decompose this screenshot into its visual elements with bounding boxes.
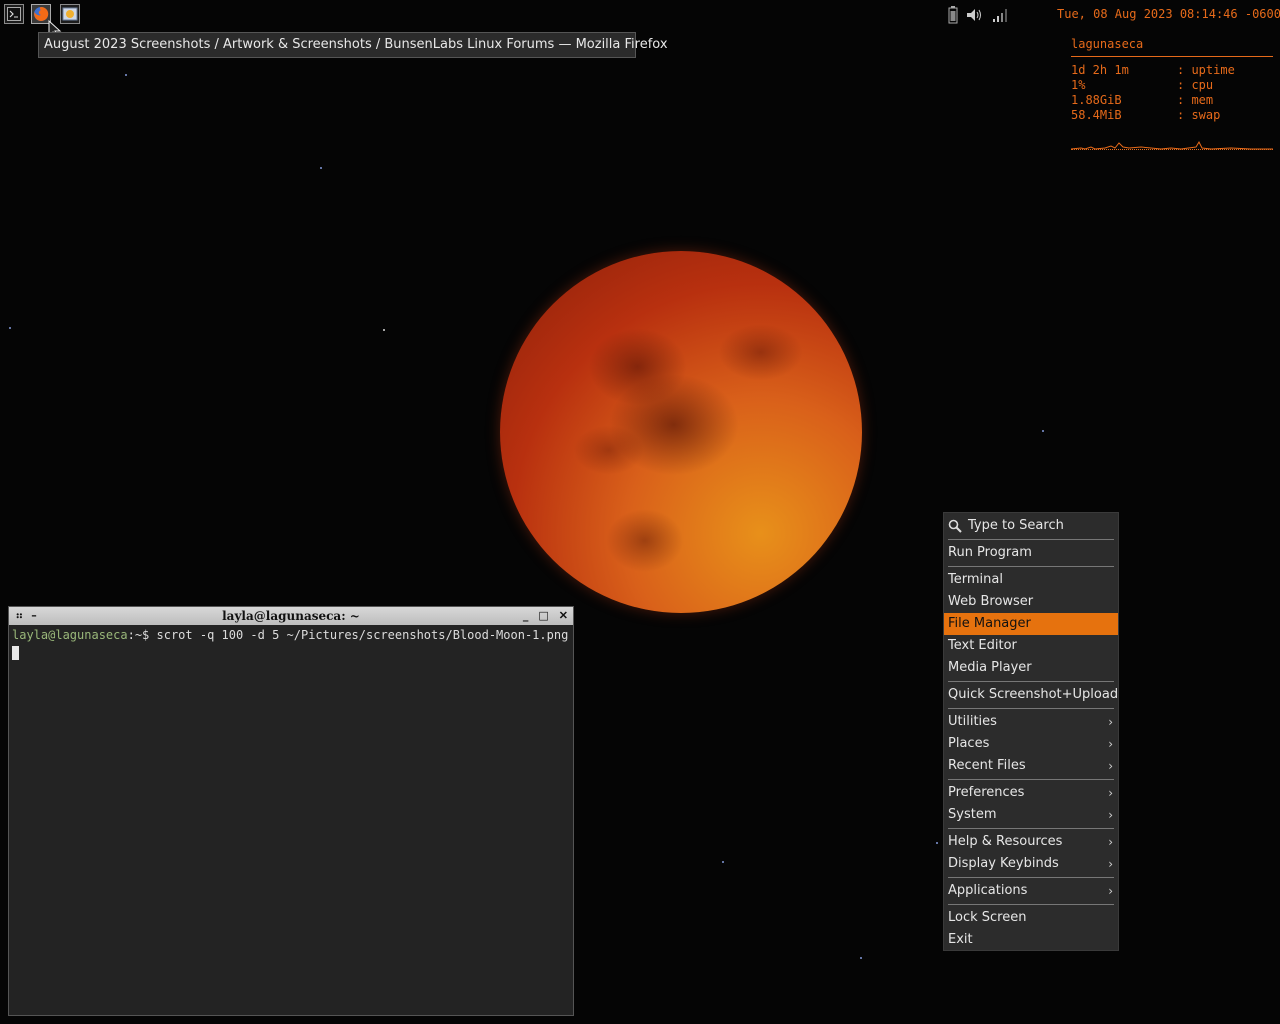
maximize-icon[interactable]: □ xyxy=(538,607,548,625)
star xyxy=(125,74,127,76)
search-icon xyxy=(948,519,962,533)
file-manager-launcher-button[interactable] xyxy=(60,4,80,24)
terminal-icon xyxy=(7,7,21,21)
star xyxy=(722,861,724,863)
menu-item-web-browser[interactable]: Web Browser xyxy=(944,591,1118,613)
menu-item-label: Display Keybinds xyxy=(948,856,1059,871)
menu-item-utilities[interactable]: Utilities › xyxy=(944,711,1118,733)
star xyxy=(860,957,862,959)
menu-item-media-player[interactable]: Media Player xyxy=(944,657,1118,679)
submenu-arrow-icon: › xyxy=(1108,884,1113,898)
root-menu: Type to Search Run Program Terminal Web … xyxy=(943,512,1119,951)
file-manager-icon xyxy=(62,7,78,21)
menu-item-preferences[interactable]: Preferences › xyxy=(944,782,1118,804)
menu-item-help-resources[interactable]: Help & Resources › xyxy=(944,831,1118,853)
menu-separator xyxy=(948,681,1114,682)
menu-separator xyxy=(948,828,1114,829)
menu-item-system[interactable]: System › xyxy=(944,804,1118,826)
star xyxy=(1042,430,1044,432)
menu-separator xyxy=(948,539,1114,540)
menu-item-display-keybinds[interactable]: Display Keybinds › xyxy=(944,853,1118,875)
menu-separator xyxy=(948,779,1114,780)
menu-item-text-editor[interactable]: Text Editor xyxy=(944,635,1118,657)
conky-label: : uptime xyxy=(1177,63,1235,77)
menu-item-run-program[interactable]: Run Program xyxy=(944,542,1118,564)
conky-hostname: lagunaseca xyxy=(1071,37,1144,51)
submenu-arrow-icon: › xyxy=(1108,715,1113,729)
minimize-icon[interactable]: _ xyxy=(523,607,529,625)
submenu-arrow-icon: › xyxy=(1108,786,1113,800)
conky-value: 1.88GiB xyxy=(1071,93,1122,107)
terminal-titlebar[interactable]: ⠶ – layla@lagunaseca: ~ _ □ ✕ xyxy=(9,607,573,625)
prompt-user: layla@lagunaseca xyxy=(12,628,128,642)
menu-item-exit[interactable]: Exit xyxy=(944,929,1118,951)
window-tooltip: August 2023 Screenshots / Artwork & Scre… xyxy=(38,32,668,58)
menu-item-lock-screen[interactable]: Lock Screen xyxy=(944,907,1118,929)
conky-divider xyxy=(1071,56,1273,57)
star xyxy=(936,842,938,844)
conky-label: : swap xyxy=(1177,108,1221,122)
menu-separator xyxy=(948,708,1114,709)
conky-label: : cpu xyxy=(1177,78,1214,92)
prompt-command: :~$ scrot -q 100 -d 5 ~/Pictures/screens… xyxy=(127,628,569,642)
menu-item-quick-screenshot[interactable]: Quick Screenshot+Upload xyxy=(944,684,1118,706)
terminal-window[interactable]: ⠶ – layla@lagunaseca: ~ _ □ ✕ layla@lagu… xyxy=(8,606,574,1016)
conky-row: 58.4MiB : swap xyxy=(1071,108,1273,123)
terminal-title: layla@lagunaseca: ~ xyxy=(222,609,360,623)
menu-item-label: Places xyxy=(948,736,990,751)
submenu-arrow-icon: › xyxy=(1108,808,1113,822)
star xyxy=(9,327,11,329)
blood-moon-wallpaper xyxy=(500,251,862,613)
menu-item-label: Utilities xyxy=(948,714,997,729)
menu-search[interactable]: Type to Search xyxy=(944,515,1118,537)
conky-cpu-graph xyxy=(1070,139,1273,150)
menu-item-label: Recent Files xyxy=(948,758,1026,773)
conky-label: : mem xyxy=(1177,93,1214,107)
menu-separator xyxy=(948,904,1114,905)
menu-item-label: Help & Resources xyxy=(948,834,1063,849)
star xyxy=(320,167,322,169)
menu-item-applications[interactable]: Applications › xyxy=(944,880,1118,902)
close-icon[interactable]: ✕ xyxy=(559,607,568,625)
menu-item-file-manager[interactable]: File Manager xyxy=(944,613,1118,635)
conky-value: 1d 2h 1m xyxy=(1071,63,1129,77)
conky-row: 1% : cpu xyxy=(1071,78,1273,93)
menu-item-label: Preferences xyxy=(948,785,1025,800)
submenu-arrow-icon: › xyxy=(1108,737,1113,751)
battery-icon[interactable] xyxy=(948,6,958,24)
conky-system-monitor: lagunaseca 1d 2h 1m : uptime 1% : cpu 1.… xyxy=(1070,36,1273,150)
conky-row: 1d 2h 1m : uptime xyxy=(1071,63,1273,78)
submenu-arrow-icon: › xyxy=(1108,835,1113,849)
system-tray xyxy=(948,6,1008,24)
menu-item-places[interactable]: Places › xyxy=(944,733,1118,755)
menu-separator xyxy=(948,566,1114,567)
submenu-arrow-icon: › xyxy=(1108,759,1113,773)
terminal-command-line: layla@lagunaseca:~$ scrot -q 100 -d 5 ~/… xyxy=(12,628,570,642)
menu-item-terminal[interactable]: Terminal xyxy=(944,569,1118,591)
menu-item-label: Applications xyxy=(948,883,1028,898)
star xyxy=(383,329,385,331)
clock[interactable]: Tue, 08 Aug 2023 08:14:46 -0600 xyxy=(1057,7,1280,21)
firefox-icon xyxy=(34,6,49,21)
conky-value: 1% xyxy=(1071,78,1086,92)
conky-row: 1.88GiB : mem xyxy=(1071,93,1273,108)
menu-item-label: System xyxy=(948,807,997,822)
menu-separator xyxy=(948,877,1114,878)
terminal-launcher-button[interactable] xyxy=(4,4,24,24)
menu-search-label: Type to Search xyxy=(968,518,1064,533)
window-menu-icon[interactable]: ⠶ – xyxy=(15,607,37,625)
terminal-content[interactable]: layla@lagunaseca:~$ scrot -q 100 -d 5 ~/… xyxy=(9,625,573,666)
text-cursor xyxy=(12,646,19,660)
conky-value: 58.4MiB xyxy=(1071,108,1122,122)
submenu-arrow-icon: › xyxy=(1108,857,1113,871)
network-signal-icon[interactable] xyxy=(992,7,1008,23)
volume-icon[interactable] xyxy=(966,7,984,23)
menu-item-recent-files[interactable]: Recent Files › xyxy=(944,755,1118,777)
